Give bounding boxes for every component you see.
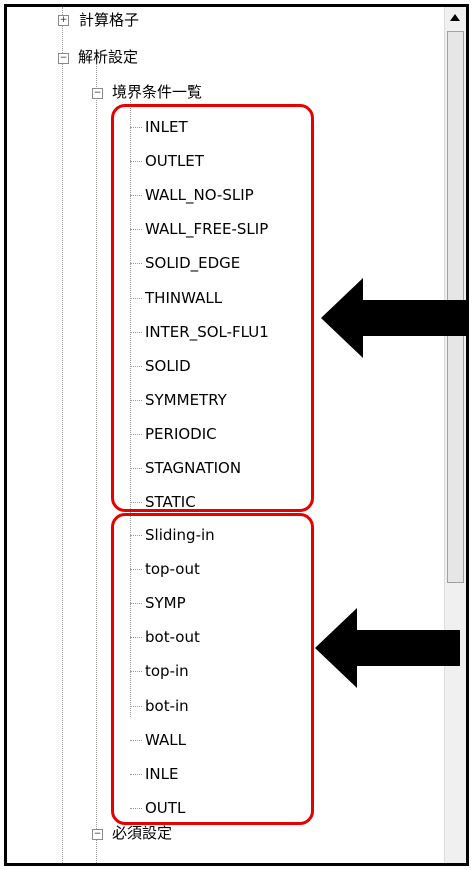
tree-item-mesh[interactable]: 計算格子: [79, 9, 139, 31]
tree-line-analysis: [96, 63, 97, 863]
collapse-toggle-icon[interactable]: −: [92, 829, 103, 840]
arrow-left-icon: [321, 278, 466, 358]
expand-toggle-icon[interactable]: +: [58, 15, 69, 26]
tree-item-label: 境界条件一覧: [112, 83, 203, 101]
tree-item-boundary-list[interactable]: 境界条件一覧: [112, 81, 202, 103]
collapse-toggle-icon[interactable]: −: [58, 53, 69, 64]
vertical-scrollbar[interactable]: [444, 7, 466, 863]
highlight-box-standard: [111, 104, 314, 512]
tree-item-label: 必須設定: [112, 824, 173, 842]
tree-line-root: [62, 7, 63, 863]
tree-item-label: 解析設定: [78, 48, 139, 66]
highlight-box-user: [111, 513, 314, 825]
tree-item-analysis-settings[interactable]: 解析設定: [78, 46, 138, 68]
tree-item-label: 計算格子: [79, 11, 140, 29]
collapse-toggle-icon[interactable]: −: [92, 88, 103, 99]
tree-item-required-settings[interactable]: 必須設定: [112, 822, 172, 844]
arrow-left-icon: [315, 608, 460, 688]
triangle-up-icon: [450, 14, 460, 21]
scroll-up-button[interactable]: [446, 9, 465, 29]
